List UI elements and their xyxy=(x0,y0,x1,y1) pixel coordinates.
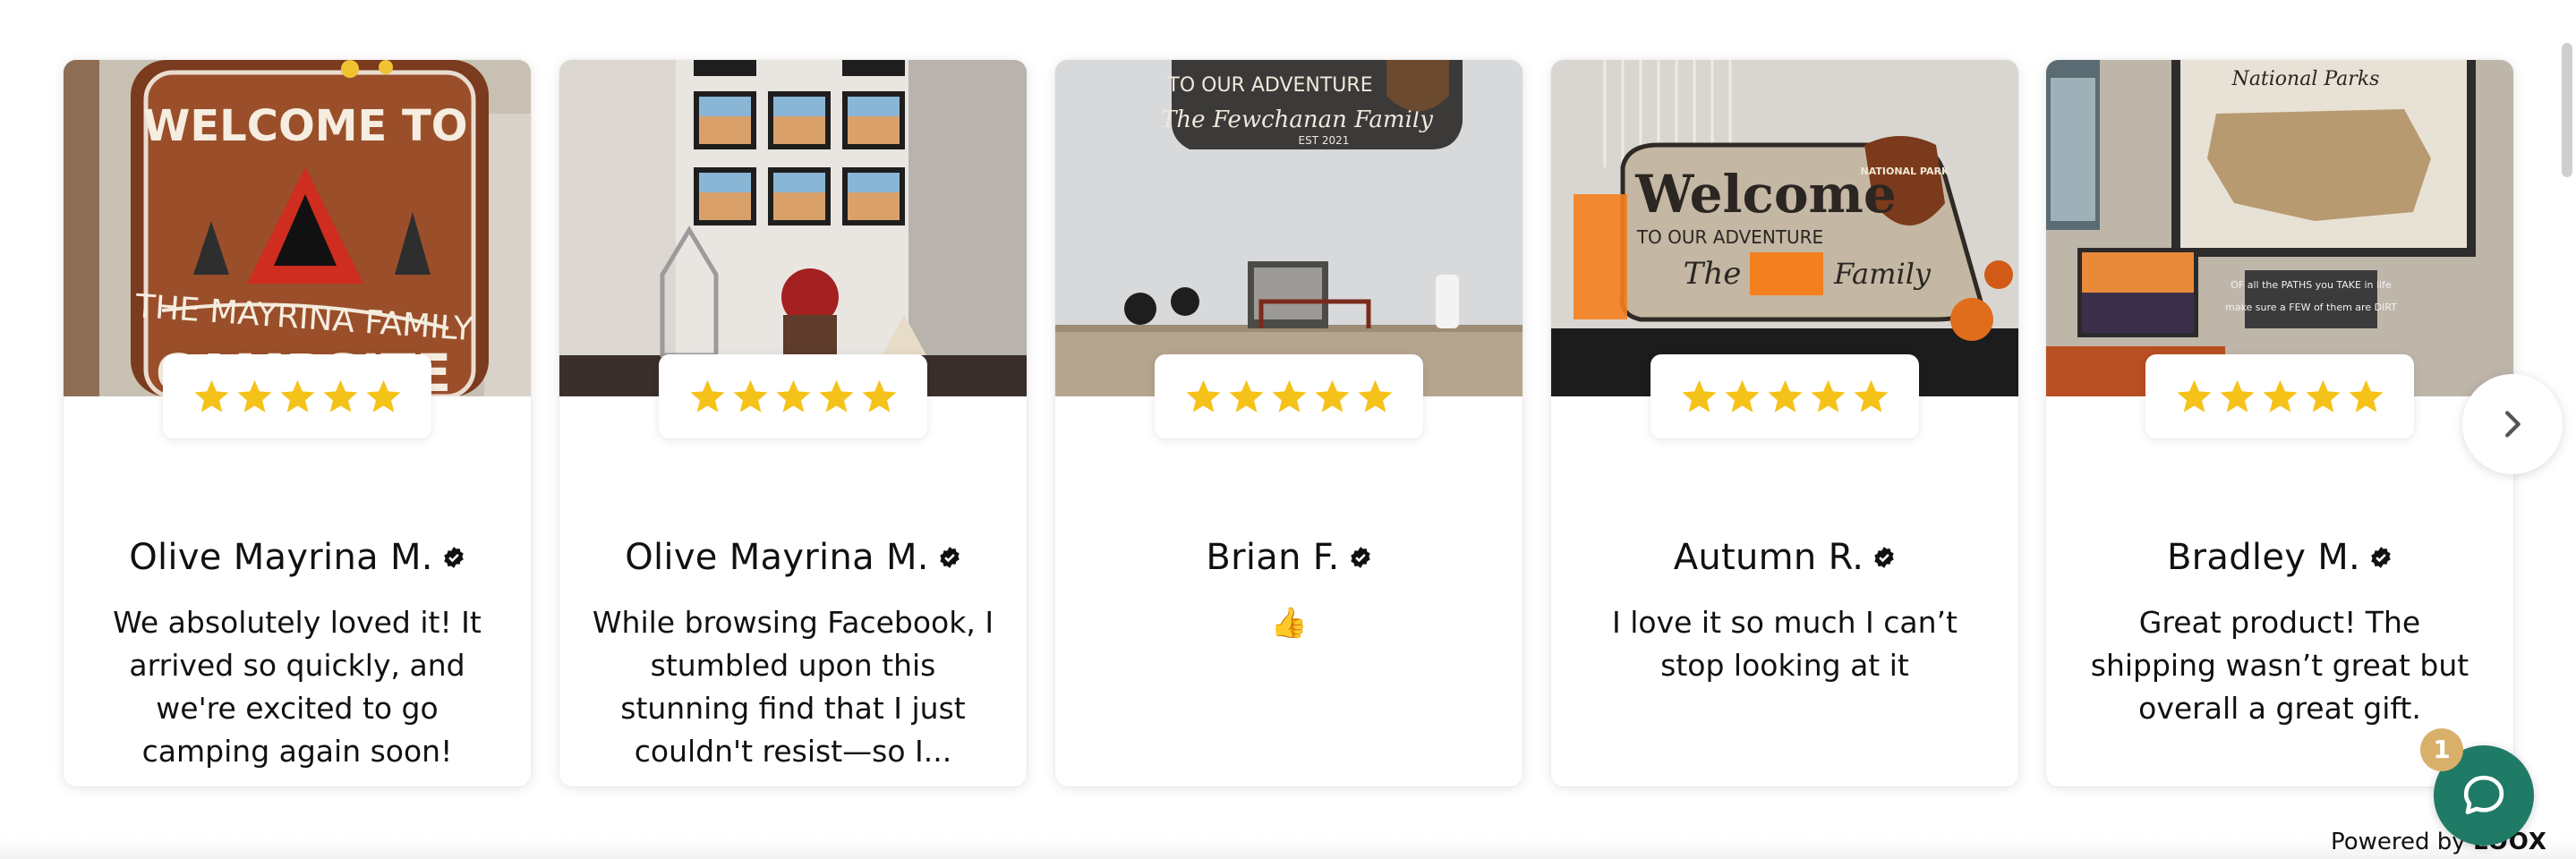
verified-badge-icon xyxy=(1350,547,1370,568)
star-icon xyxy=(1186,379,1220,412)
sign-line: The Fewchanan Family xyxy=(1161,106,1433,133)
review-photo[interactable]: WELCOME TO THE MAYRINA FAMILY CAMPSITE xyxy=(64,60,531,396)
review-text: Great product! The shipping wasn’t great… xyxy=(2090,605,2469,726)
star-icon xyxy=(366,379,400,412)
sign-line: OF all the PATHS you TAKE in life xyxy=(2231,279,2392,291)
review-card[interactable]: Olive Mayrina M. While browsing Facebook… xyxy=(559,60,1027,787)
review-photo[interactable]: National Parks OF all the PATHS you TAKE… xyxy=(2046,60,2513,396)
star-icon xyxy=(862,379,896,412)
review-card[interactable]: WELCOME TO THE MAYRINA FAMILY CAMPSITE O… xyxy=(64,60,531,787)
reviewer-name: Brian F. xyxy=(1206,537,1340,578)
reviewer-name: Olive Mayrina M. xyxy=(129,537,433,578)
carousel-next-button[interactable] xyxy=(2462,374,2563,474)
reviews-carousel-page: WELCOME TO THE MAYRINA FAMILY CAMPSITE O… xyxy=(0,0,2576,859)
reviewer-name: Olive Mayrina M. xyxy=(625,537,929,578)
star-icon xyxy=(323,379,357,412)
review-photo[interactable]: Welcome TO OUR ADVENTURE The Family NATI… xyxy=(1551,60,2018,396)
review-photo[interactable]: TO OUR ADVENTURE The Fewchanan Family ES… xyxy=(1055,60,1523,396)
sign-line: WELCOME TO xyxy=(142,101,467,151)
star-icon xyxy=(1725,379,1759,412)
verified-badge-icon xyxy=(444,547,464,568)
campsite-sign-photo: WELCOME TO THE MAYRINA FAMILY CAMPSITE xyxy=(64,60,531,396)
star-icon xyxy=(1229,379,1263,412)
star-icon xyxy=(194,379,228,412)
review-text: We absolutely loved it! It arrived so qu… xyxy=(113,605,482,769)
review-text: 👍 xyxy=(1270,605,1308,640)
family-sign-photo: TO OUR ADVENTURE The Fewchanan Family ES… xyxy=(1055,60,1523,396)
reviewer-name: Autumn R. xyxy=(1673,537,1864,578)
adventure-sign-photo: Welcome TO OUR ADVENTURE The Family NATI… xyxy=(1551,60,2018,396)
verified-badge-icon xyxy=(2371,547,2391,568)
sign-line: TO OUR ADVENTURE xyxy=(1166,74,1372,97)
reviewer-name-row: Bradley M. xyxy=(2046,534,2513,581)
star-icon xyxy=(1811,379,1845,412)
sign-line: make sure a FEW of them are DIRT xyxy=(2225,302,2397,313)
star-icon xyxy=(733,379,767,412)
star-icon xyxy=(1768,379,1802,412)
star-icon xyxy=(2177,379,2211,412)
star-rating xyxy=(1155,354,1423,438)
star-rating xyxy=(163,354,431,438)
star-icon xyxy=(2220,379,2254,412)
scrollbar-thumb[interactable] xyxy=(2562,43,2572,177)
review-card[interactable]: National Parks OF all the PATHS you TAKE… xyxy=(2046,60,2513,787)
review-text: I love it so much I can’t stop looking a… xyxy=(1612,605,1958,683)
chevron-right-icon xyxy=(2505,411,2521,438)
photo-wall-photo xyxy=(559,60,1027,396)
star-icon xyxy=(1272,379,1306,412)
chat-bubble-icon xyxy=(2463,775,2504,814)
powered-by-prefix: Powered by xyxy=(2331,829,2466,855)
star-icon xyxy=(2349,379,2383,412)
star-icon xyxy=(819,379,853,412)
sign-line: EST 2021 xyxy=(1299,134,1350,147)
review-photo[interactable] xyxy=(559,60,1027,396)
star-rating xyxy=(1651,354,1919,438)
star-icon xyxy=(280,379,314,412)
reviewer-name-row: Brian F. xyxy=(1055,534,1523,581)
star-icon xyxy=(690,379,724,412)
reviewer-name: Bradley M. xyxy=(2166,537,2361,578)
sign-line: The xyxy=(1684,256,1742,292)
star-icon xyxy=(1854,379,1888,412)
review-text: While browsing Facebook, I stumbled upon… xyxy=(592,605,994,769)
verified-badge-icon xyxy=(1874,547,1895,568)
review-card[interactable]: Welcome TO OUR ADVENTURE The Family NATI… xyxy=(1551,60,2018,787)
star-icon xyxy=(237,379,271,412)
sign-line: Family xyxy=(1833,257,1932,291)
star-icon xyxy=(2306,379,2340,412)
national-parks-map-photo: National Parks OF all the PATHS you TAKE… xyxy=(2046,60,2513,396)
review-card[interactable]: TO OUR ADVENTURE The Fewchanan Family ES… xyxy=(1055,60,1523,787)
reviewer-name-row: Olive Mayrina M. xyxy=(64,534,531,581)
star-rating xyxy=(659,354,927,438)
chat-notification-badge: 1 xyxy=(2420,728,2463,771)
reviewer-name-row: Autumn R. xyxy=(1551,534,2018,581)
star-icon xyxy=(1315,379,1349,412)
star-icon xyxy=(1358,379,1392,412)
sign-line: Welcome xyxy=(1634,164,1897,225)
sign-line: NATIONAL PARK xyxy=(1861,166,1949,177)
star-icon xyxy=(776,379,810,412)
star-rating xyxy=(2145,354,2414,438)
sign-line: National Parks xyxy=(2231,68,2380,90)
section-divider xyxy=(0,837,2576,859)
star-icon xyxy=(2263,379,2297,412)
verified-badge-icon xyxy=(940,547,960,568)
reviewer-name-row: Olive Mayrina M. xyxy=(559,534,1027,581)
star-icon xyxy=(1682,379,1716,412)
sign-line: TO OUR ADVENTURE xyxy=(1636,226,1823,248)
